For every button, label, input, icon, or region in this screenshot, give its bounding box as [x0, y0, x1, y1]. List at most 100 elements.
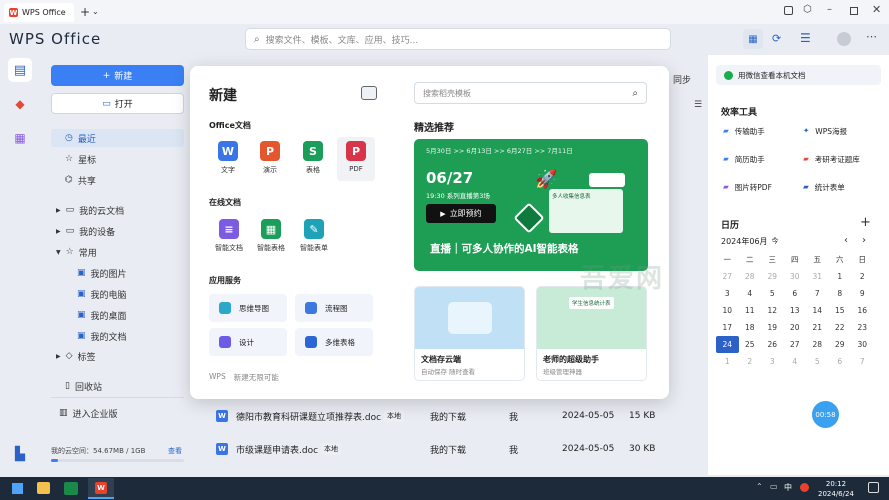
calendar-day[interactable]: 23 [851, 319, 874, 336]
new-pdf-tile[interactable]: P PDF [337, 137, 375, 181]
rail-apps-icon[interactable]: ▦ [8, 126, 32, 150]
search-input[interactable]: ⌕ 搜索文件、模板、文库、应用、技巧... [245, 28, 671, 50]
template-search-input[interactable]: 搜索稻壳模板 ⌕ [414, 82, 647, 104]
rail-docs-icon[interactable]: ▤ [8, 58, 32, 82]
calendar-day[interactable]: 21 [806, 319, 829, 336]
new-word-tile[interactable]: W 文字 [210, 141, 246, 175]
sidebar-item-recent[interactable]: ◷ 最近 [51, 129, 184, 147]
sidebar-item-desktop[interactable]: ▣ 我的桌面 [51, 306, 184, 324]
sidebar-item-shared[interactable]: ⌬ 共享 [51, 171, 184, 189]
calendar-day[interactable]: 29 [829, 336, 852, 353]
timer-badge[interactable]: 00:58 [812, 401, 839, 428]
explorer-icon[interactable] [37, 482, 50, 494]
calendar-day[interactable]: 3 [716, 285, 739, 302]
notification-icon[interactable] [868, 482, 879, 493]
sidebar-item-pictures[interactable]: ▣ 我的图片 [51, 264, 184, 282]
search-icon[interactable]: ⌕ [632, 88, 638, 99]
rail-files-icon[interactable]: ▙ [8, 442, 32, 466]
open-button[interactable]: ▭ 打开 [51, 93, 184, 114]
month-selector[interactable]: 2024年06月 今 [721, 236, 779, 247]
prev-month-icon[interactable]: ‹ [844, 235, 848, 246]
live-banner[interactable]: 5月30日 >> 6月13日 >> 6月27日 >> 7月11日 06/27 1… [414, 139, 648, 271]
smart-sheet-tile[interactable]: ▦ 智能表格 [252, 219, 290, 253]
table-row[interactable]: W 德阳市教育科研课题立项推荐表.doc 本地 我的下载 我 2024-05-0… [210, 405, 697, 427]
calendar-day[interactable]: 7 [851, 353, 874, 370]
calendar-day[interactable]: 27 [784, 336, 807, 353]
calendar-day[interactable]: 6 [784, 285, 807, 302]
design-service[interactable]: 设计 [209, 328, 287, 356]
calendar-day[interactable]: 9 [851, 285, 874, 302]
app-green-icon[interactable] [64, 482, 78, 495]
new-sheet-tile[interactable]: S 表格 [295, 141, 331, 175]
calendar-day[interactable]: 7 [806, 285, 829, 302]
calendar-day[interactable]: 5 [806, 353, 829, 370]
calendar-day[interactable]: 10 [716, 302, 739, 319]
calendar-day[interactable]: 8 [829, 285, 852, 302]
next-month-icon[interactable]: › [862, 235, 866, 246]
app-tab[interactable]: W WPS Office [4, 3, 74, 22]
add-tab-icon[interactable]: + [80, 5, 90, 19]
calendar-day[interactable]: 28 [739, 268, 762, 285]
calendar-day[interactable]: 31 [806, 268, 829, 285]
calendar-day[interactable]: 28 [806, 336, 829, 353]
more-icon[interactable]: ⋯ [866, 30, 877, 43]
start-icon[interactable] [12, 483, 23, 494]
close-icon[interactable]: ✕ [872, 3, 881, 16]
tool-transfer[interactable]: ▰ 传输助手 [723, 126, 765, 137]
sidebar-item-trash[interactable]: ▯ 回收站 [51, 377, 184, 395]
calendar-day[interactable]: 3 [761, 353, 784, 370]
calendar-day[interactable]: 1 [829, 268, 852, 285]
calendar-day[interactable]: 19 [761, 319, 784, 336]
sidebar-item-starred[interactable]: ☆ 星标 [51, 150, 184, 168]
calendar-day[interactable]: 18 [739, 319, 762, 336]
clock[interactable]: 20:12 2024/6/24 [818, 479, 854, 499]
storage-view-link[interactable]: 查看 [168, 446, 182, 456]
smart-doc-tile[interactable]: ≡ 智能文档 [210, 219, 248, 253]
calendar-day[interactable]: 24 [716, 336, 739, 353]
tray-network-icon[interactable]: ▭ [770, 482, 778, 491]
sidebar-item-common[interactable]: ▼ ☆ 常用 [51, 243, 184, 261]
sync-icon[interactable]: ⟳ [772, 32, 781, 45]
app-grid-icon[interactable]: ▦ [743, 29, 763, 49]
calendar-day[interactable]: 12 [761, 302, 784, 319]
avatar[interactable] [837, 32, 851, 46]
smart-form-tile[interactable]: ✎ 智能表单 [295, 219, 333, 253]
minimize-icon[interactable]: – [827, 4, 832, 15]
ime-indicator[interactable]: 中 [784, 482, 792, 493]
panel-layout-icon[interactable] [361, 86, 377, 100]
calendar-day[interactable]: 30 [784, 268, 807, 285]
multi-table-service[interactable]: 多维表格 [295, 328, 373, 356]
tool-image-to-pdf[interactable]: ▰ 图片转PDF [723, 182, 772, 193]
new-button[interactable]: + 新建 [51, 65, 184, 86]
calendar-day[interactable]: 1 [716, 353, 739, 370]
calendar-day[interactable]: 2 [739, 353, 762, 370]
rail-pdf-icon[interactable]: ◆ [8, 92, 32, 116]
sidebar-item-my-device[interactable]: ▶ ▭ 我的设备 [51, 222, 184, 240]
sidebar-item-cloud-docs[interactable]: ▶ ▭ 我的云文档 [51, 201, 184, 219]
tool-stat-form[interactable]: ▰ 统计表单 [803, 182, 845, 193]
calendar-day[interactable]: 30 [851, 336, 874, 353]
tray-chevron-icon[interactable]: ⌃ [756, 482, 763, 491]
new-presentation-tile[interactable]: P 演示 [252, 141, 288, 175]
flowchart-service[interactable]: 流程图 [295, 294, 373, 322]
calendar-day[interactable]: 26 [761, 336, 784, 353]
wps-taskbar-icon[interactable]: W [88, 478, 114, 499]
calendar-day[interactable]: 16 [851, 302, 874, 319]
skin-icon[interactable]: ⬡ [803, 4, 812, 15]
calendar-day[interactable]: 5 [761, 285, 784, 302]
tool-exam-bank[interactable]: ▰ 考研考证题库 [803, 154, 860, 165]
cloud-storage-card[interactable]: 文档存云端 自动保存 随时查看 [414, 286, 525, 381]
add-event-icon[interactable]: + [860, 215, 871, 230]
calendar-day[interactable]: 2 [851, 268, 874, 285]
calendar-day[interactable]: 29 [761, 268, 784, 285]
window-layout-icon[interactable] [784, 6, 793, 15]
wechat-view-button[interactable]: 用微信查看本机文档 [716, 65, 881, 85]
sidebar-item-documents[interactable]: ▣ 我的文档 [51, 327, 184, 345]
tray-wps-icon[interactable] [800, 483, 809, 492]
tool-resume[interactable]: ▰ 简历助手 [723, 154, 765, 165]
sidebar-item-computer[interactable]: ▣ 我的电脑 [51, 285, 184, 303]
calendar-day[interactable]: 15 [829, 302, 852, 319]
calendar-day[interactable]: 6 [829, 353, 852, 370]
calendar-day[interactable]: 17 [716, 319, 739, 336]
calendar-day[interactable]: 11 [739, 302, 762, 319]
